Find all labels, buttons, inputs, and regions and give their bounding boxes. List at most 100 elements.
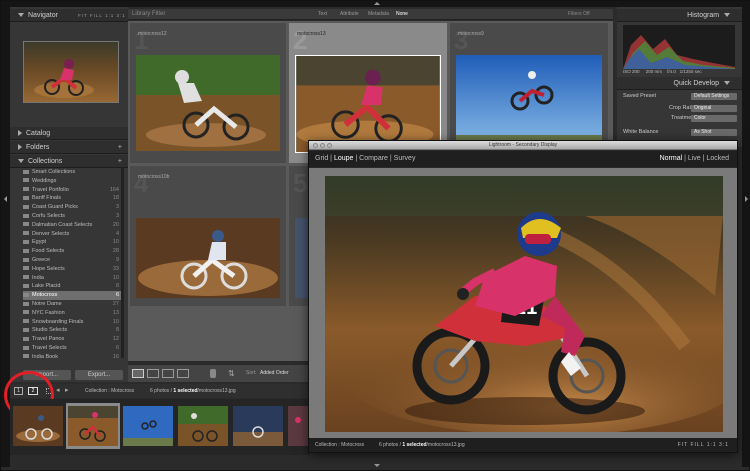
view-compare[interactable]: Compare (359, 155, 388, 162)
white-balance-dropdown[interactable]: As Shot (691, 129, 737, 136)
collection-icon (23, 213, 29, 218)
secondary-mode-switcher: Normal | Live | Locked (659, 155, 729, 162)
filter-none[interactable]: None (396, 11, 408, 17)
toolbar: ⇅ Sort: Added Order (128, 365, 313, 382)
grid-cell-1[interactable]: 1 motocross12 (130, 23, 286, 163)
filmstrip-source[interactable]: Collection : Motocross (85, 388, 134, 394)
loupe-photo-motocross13[interactable]: 21 (325, 176, 723, 432)
secondary-titlebar[interactable]: Lightroom - Secondary Display (309, 141, 737, 150)
catalog-header[interactable]: Catalog (10, 127, 128, 140)
navigator-zoom-options[interactable]: FIT FILL 1:1 3:1 (78, 9, 126, 22)
collection-item[interactable]: Smart Collections (23, 168, 123, 177)
folders-header[interactable]: Folders + (10, 141, 128, 154)
right-panel-toggle-icon[interactable] (745, 196, 748, 202)
filmstrip-thumb-1[interactable] (13, 406, 63, 446)
collection-count: 10 (112, 239, 119, 246)
collection-count: 16 (112, 353, 119, 360)
collection-item[interactable]: Notre Dame 27 (23, 300, 123, 309)
collection-item[interactable]: Coast Guard Picks 3 (23, 203, 123, 212)
collection-count: 3 (115, 213, 119, 219)
collection-item[interactable]: Hope Selects 33 (23, 265, 123, 274)
collection-item[interactable]: Weddings (23, 177, 123, 186)
sort-direction-icon[interactable]: ⇅ (228, 369, 236, 378)
filmstrip-thumb-5[interactable] (233, 406, 283, 446)
collection-item[interactable]: Travel Selects 6 (23, 344, 123, 353)
filters-off[interactable]: Filters Off (568, 11, 590, 17)
quick-develop-header[interactable]: Quick Develop (617, 77, 742, 90)
collection-item[interactable]: Egypt 10 (23, 238, 123, 247)
filter-metadata[interactable]: Metadata (368, 11, 389, 17)
mode-normal[interactable]: Normal (660, 155, 683, 162)
add-collection-icon[interactable]: + (118, 155, 122, 168)
secondary-source[interactable]: Collection : Motocross (315, 442, 364, 448)
collection-item[interactable]: Travel Panos 12 (23, 335, 123, 344)
filmstrip-thumb-2-selected[interactable] (68, 406, 118, 446)
collection-item[interactable]: Banff Finals 18 (23, 194, 123, 203)
grid-cell-4[interactable]: 4 motocross10b (130, 166, 286, 306)
collection-item[interactable]: India Book 16 (23, 353, 123, 362)
navigator-preview[interactable] (23, 41, 119, 103)
collapse-triangle-icon (724, 81, 730, 86)
collection-item[interactable]: Denver Selects 4 (23, 230, 123, 239)
filmstrip-thumb-3[interactable] (123, 406, 173, 446)
export-button[interactable]: Export... (75, 370, 123, 380)
treatment-row: Treatment Color (623, 114, 743, 123)
view-grid[interactable]: Grid (315, 155, 328, 162)
treatment-dropdown[interactable]: Color (691, 115, 737, 122)
filter-text[interactable]: Text (318, 11, 327, 17)
collection-icon (23, 336, 29, 341)
top-panel-toggle-icon[interactable] (374, 2, 380, 5)
secondary-display-window: Lightroom - Secondary Display Grid | Lou… (308, 140, 738, 453)
photo-motocross13 (295, 55, 441, 153)
collection-item[interactable]: Greece 9 (23, 256, 123, 265)
collections-scrollbar[interactable] (121, 168, 124, 358)
collection-item[interactable]: Dalmatian Coast Selects 20 (23, 221, 123, 230)
collection-item[interactable]: Corfu Selects 3 (23, 212, 123, 221)
collection-icon (23, 257, 29, 262)
collection-item[interactable]: Snowboarding Finals 10 (23, 318, 123, 327)
expand-triangle-icon (18, 130, 22, 137)
collection-label: Studio Selects (32, 327, 68, 334)
photo-motocross12 (136, 55, 280, 151)
filter-attribute[interactable]: Attribute (340, 11, 359, 17)
survey-view-icon[interactable] (177, 369, 189, 378)
forward-arrow-icon[interactable]: ▸ (65, 386, 69, 394)
filmstrip-thumb-4[interactable] (178, 406, 228, 446)
bottom-panel-toggle-icon[interactable] (374, 464, 380, 467)
collection-item[interactable]: Lake Placid 8 (23, 282, 123, 291)
spray-can-icon[interactable] (210, 369, 216, 378)
saved-preset-dropdown[interactable]: Default Settings (691, 93, 737, 100)
mode-locked[interactable]: Locked (706, 155, 729, 162)
secondary-zoom-options[interactable]: FIT FILL 1:1 3:1 (678, 442, 729, 448)
collection-count: 164 (109, 186, 119, 193)
left-panel-toggle-icon[interactable] (4, 196, 7, 202)
filmstrip-thumb-6[interactable] (288, 406, 308, 446)
collections-header[interactable]: Collections + (10, 155, 128, 168)
secondary-view-switcher: Grid | Loupe | Compare | Survey (315, 155, 416, 162)
crop-ratio-dropdown[interactable]: Original (691, 105, 737, 112)
collection-item[interactable]: India 10 (23, 274, 123, 283)
navigator-header[interactable]: Navigator FIT FILL 1:1 3:1 (10, 9, 128, 22)
back-arrow-icon[interactable]: ◂ (56, 386, 60, 394)
view-survey[interactable]: Survey (394, 155, 416, 162)
mode-live[interactable]: Live (688, 155, 701, 162)
collection-item[interactable]: Motocross 6 (23, 291, 123, 301)
loupe-view-icon[interactable] (147, 369, 159, 378)
sort-dropdown[interactable]: Added Order (260, 370, 289, 376)
collection-item[interactable]: Food Selects 28 (23, 247, 123, 256)
compare-view-icon[interactable] (162, 369, 174, 378)
histogram-header[interactable]: Histogram (617, 9, 742, 22)
grid-cell-5[interactable]: 5 (289, 166, 309, 306)
collection-item[interactable]: Studio Selects 8 (23, 326, 123, 335)
grid-view-icon[interactable] (132, 369, 144, 378)
view-loupe[interactable]: Loupe (334, 155, 353, 162)
crop-ratio-row: Crop Ratio Original (623, 104, 743, 113)
collection-item[interactable]: NYC Fashion 13 (23, 309, 123, 318)
expand-triangle-icon (18, 144, 22, 151)
add-folder-icon[interactable]: + (118, 141, 122, 154)
collection-label: Egypt (32, 239, 47, 246)
collection-item[interactable]: Travel Portfolio 164 (23, 186, 123, 195)
right-panel-edge[interactable] (742, 7, 750, 467)
exposure-info: ISO 200 200 mm f/4.0 1/1250 sec (623, 69, 702, 74)
navigator-photo (24, 42, 118, 102)
